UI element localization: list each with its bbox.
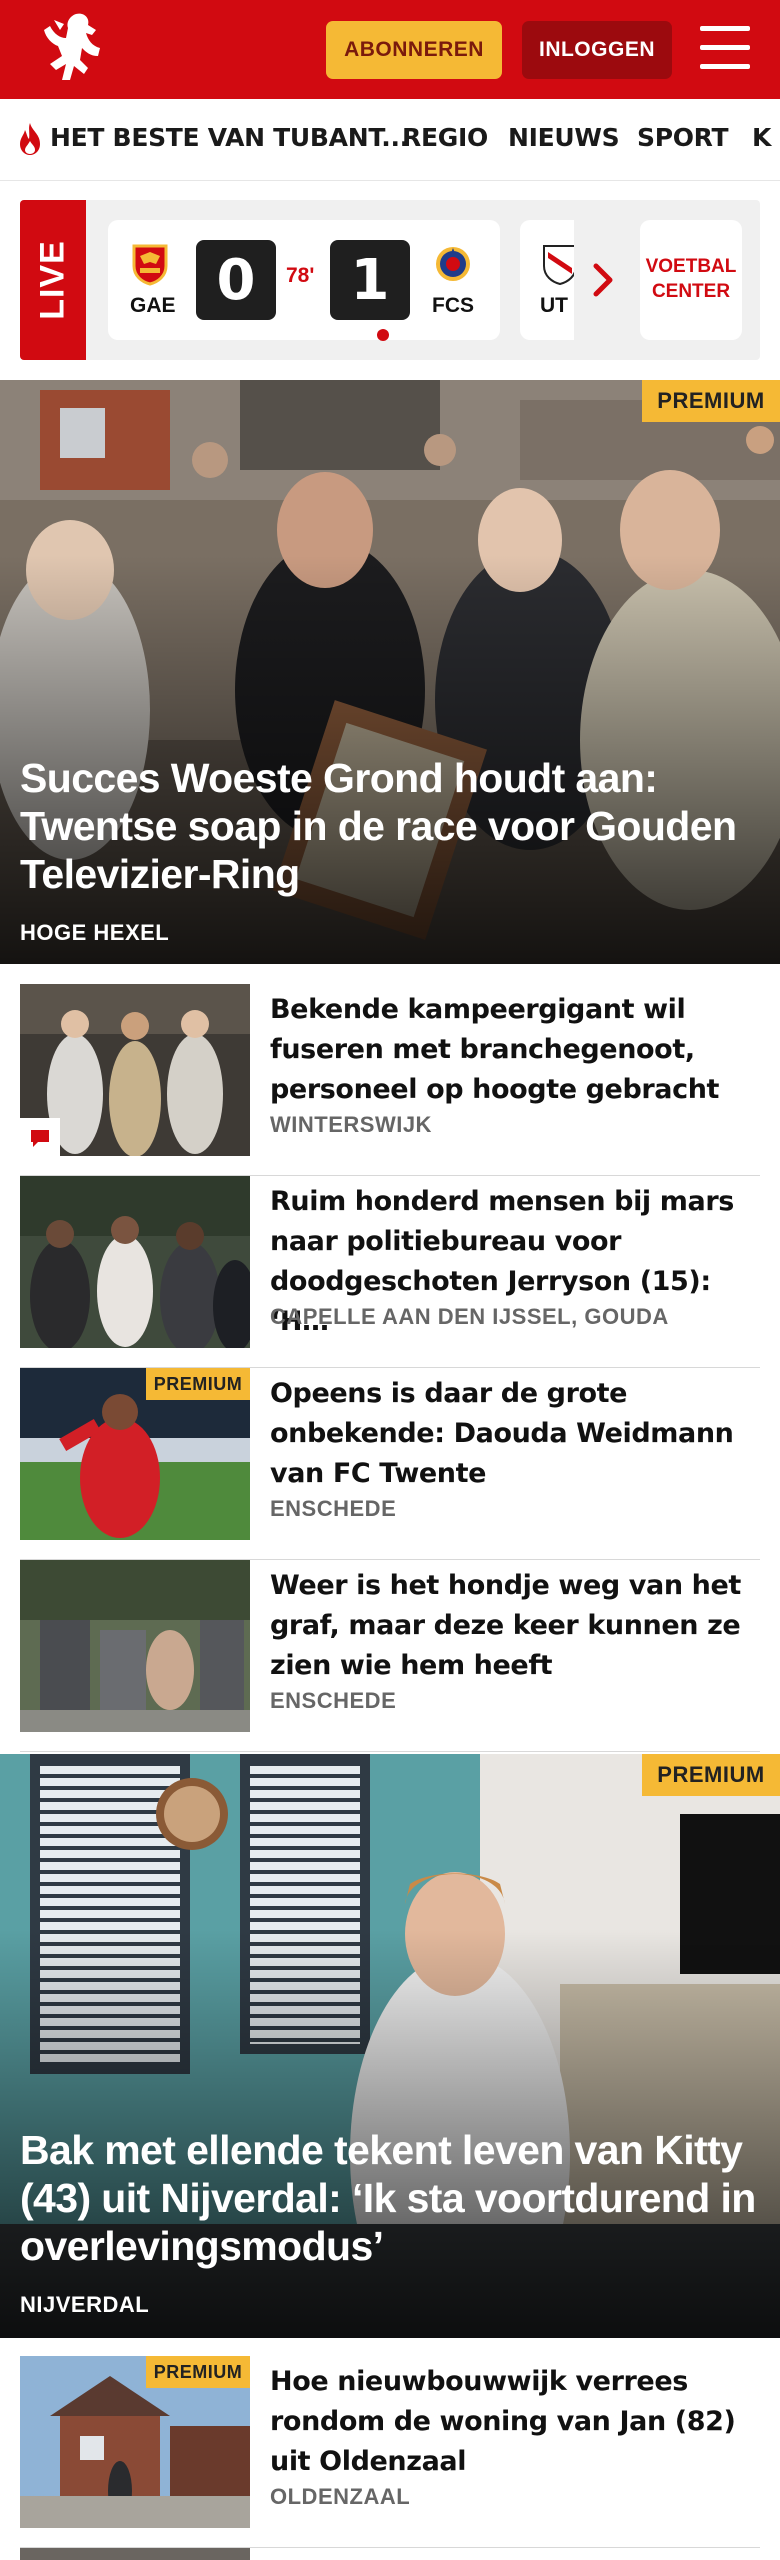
hero-location: HOGE HEXEL [20, 920, 170, 945]
list-item[interactable]: Weer is het hondje weg van het graf, maa… [20, 1560, 760, 1752]
premium-badge: PREMIUM [642, 380, 780, 422]
nav-item-het-beste[interactable]: HET BESTE VAN TUBANT... [50, 123, 409, 152]
home-team-code: GAE [130, 294, 176, 317]
hero-location: NIJVERDAL [20, 2292, 150, 2317]
next-match-card[interactable]: UT [520, 220, 574, 340]
article-location: WINTERSWIJK [270, 1112, 432, 1137]
hero-title[interactable]: Bak met ellende tekent leven van Kitty (… [20, 2126, 760, 2270]
section-navigation: HET BESTE VAN TUBANT... REGIO NIEUWS SPO… [0, 99, 780, 181]
article-title[interactable]: Weer is het hondje weg van het graf, maa… [270, 1566, 760, 1686]
fc-utrecht-crest-icon [540, 242, 574, 286]
subscribe-button[interactable]: ABONNEREN [326, 21, 502, 79]
article-title[interactable]: Bekende kampeergigant wil fuseren met br… [270, 990, 760, 1110]
article-location: ENSCHEDE [270, 1688, 397, 1713]
nav-item-nieuws[interactable]: NIEUWS [508, 123, 620, 152]
away-team-code: FCS [432, 294, 474, 317]
list-item[interactable]: PREMIUM Opeens is daar de grote onbekend… [20, 1368, 760, 1560]
hero-article-2[interactable]: PREMIUM Bak met ellende tekent leven van… [0, 1754, 780, 2338]
list-item-partial-thumbnail [20, 2548, 250, 2560]
premium-badge: PREMIUM [146, 2356, 250, 2388]
article-location: OLDENZAAL [270, 2484, 411, 2509]
article-thumbnail: PREMIUM [20, 1368, 250, 1540]
article-location: CAPELLE AAN DEN IJSSEL, GOUDA [270, 1304, 669, 1329]
match-card[interactable]: GAE 0 78' 1 FCS [108, 220, 500, 341]
nav-item-regio[interactable]: REGIO [402, 123, 488, 152]
article-title[interactable]: Opeens is daar de grote onbekende: Daoud… [270, 1374, 760, 1494]
away-score: 1 [330, 240, 410, 320]
top-header: ABONNEREN INLOGGEN [0, 0, 780, 99]
article-thumbnail [20, 1560, 250, 1732]
flame-icon [16, 121, 44, 157]
live-scores-bar: LIVE GAE 0 78' 1 FCS UT VOETBAL CENTER [20, 200, 760, 360]
article-thumbnail: PREMIUM [20, 2356, 250, 2528]
premium-badge: PREMIUM [642, 1754, 780, 1796]
login-button[interactable]: INLOGGEN [522, 21, 672, 79]
red-card-indicator-icon [377, 329, 389, 341]
list-item[interactable]: Bekende kampeergigant wil fuseren met br… [20, 984, 760, 1176]
go-ahead-eagles-crest-icon [130, 242, 170, 286]
voetbal-center-link[interactable]: VOETBAL CENTER [640, 220, 742, 340]
tubantia-horse-logo[interactable] [36, 8, 108, 88]
hero-title[interactable]: Succes Woeste Grond houdt aan: Twentse s… [20, 754, 760, 898]
premium-badge: PREMIUM [146, 1368, 250, 1400]
live-label: LIVE [20, 200, 86, 360]
home-score: 0 [196, 240, 276, 320]
hero-article[interactable]: PREMIUM Succes Woeste Grond houdt aan: T… [0, 380, 780, 964]
list-item[interactable]: PREMIUM Hoe nieuwbouwwijk verrees rondom… [20, 2356, 760, 2548]
match-minute: 78' [286, 264, 315, 287]
list-item[interactable]: Ruim honderd mensen bij mars naar politi… [20, 1176, 760, 1368]
chevron-right-icon[interactable] [590, 260, 618, 300]
article-title[interactable]: Hoe nieuwbouwwijk verrees rondom de woni… [270, 2362, 760, 2482]
nav-item-truncated[interactable]: K [752, 123, 771, 152]
comment-icon [20, 1118, 60, 1158]
fcsb-crest-icon [433, 242, 473, 286]
next-team-code: UT [540, 294, 568, 317]
nav-item-sport[interactable]: SPORT [637, 123, 729, 152]
hamburger-menu-icon[interactable] [700, 26, 750, 70]
article-location: ENSCHEDE [270, 1496, 397, 1521]
article-thumbnail [20, 1176, 250, 1348]
